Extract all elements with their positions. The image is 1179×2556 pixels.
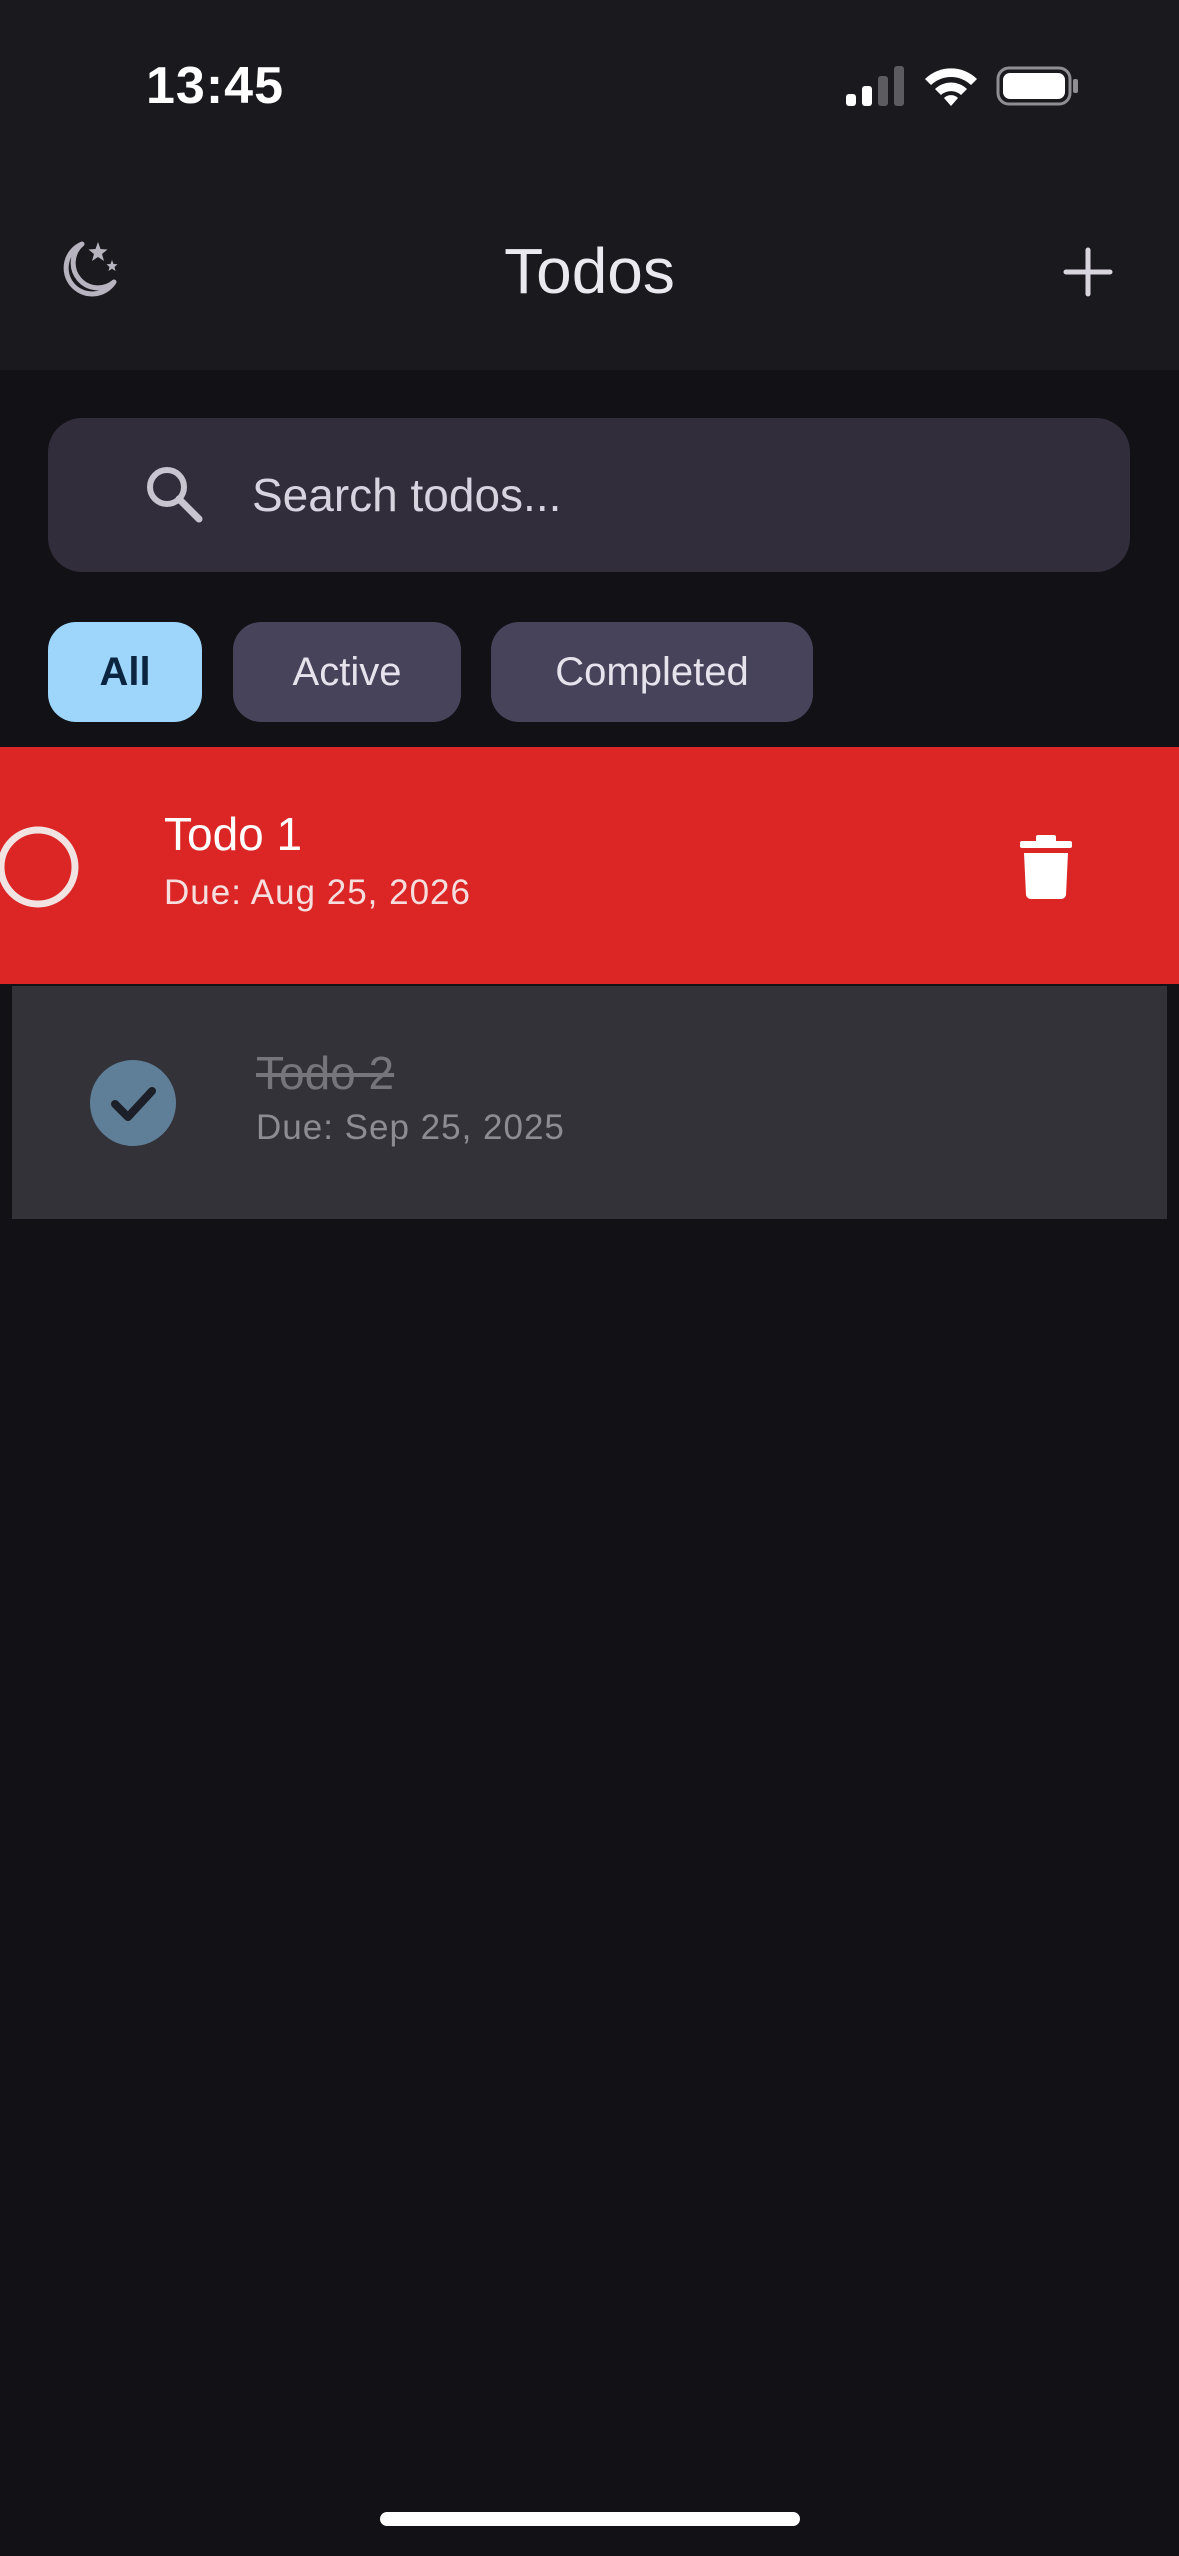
todo-item[interactable]: Todo 2 Due: Sep 25, 2025 [12,986,1167,1219]
search-input[interactable] [252,456,1072,534]
app-header: Todos [0,170,1179,370]
search-icon [147,467,203,523]
todo-item-swiped[interactable]: Todo 1 Due: Aug 25, 2026 [0,747,1179,984]
filter-chip-active[interactable]: Active [233,622,461,722]
search-bar[interactable] [48,418,1130,572]
completed-checkbox[interactable] [90,1060,176,1146]
filter-chip-completed[interactable]: Completed [491,622,813,722]
todo-app-screen: 13:45 Todos Search todos... All Active C… [0,0,1179,2556]
add-todo-button[interactable] [1054,238,1122,306]
status-bar: 13:45 [0,0,1179,170]
battery-icon [996,66,1078,106]
checkmark-icon [111,1087,156,1121]
page-title: Todos [504,235,675,307]
todo-title: Todo 2 [256,1047,395,1099]
home-indicator[interactable] [380,2512,800,2526]
wifi-icon [925,68,977,106]
incomplete-checkbox-icon[interactable] [0,825,80,909]
status-time: 13:45 [146,57,284,115]
todo-title: Todo 1 [164,808,303,860]
filter-chip-all[interactable]: All [48,622,202,722]
trash-icon[interactable] [1018,833,1074,901]
plus-icon [1063,247,1113,297]
cellular-signal-icon [846,66,904,106]
todo-due-date: Due: Sep 25, 2025 [256,1108,565,1147]
todo-due-date: Due: Aug 25, 2026 [164,873,471,912]
